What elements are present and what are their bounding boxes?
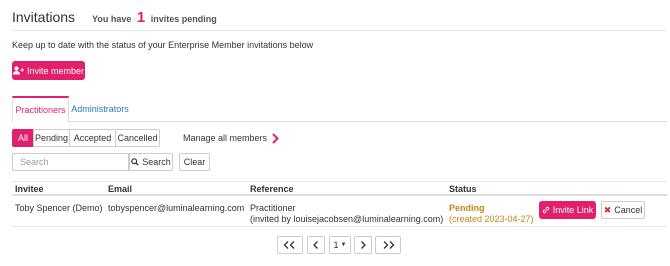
invitee-cell: Toby Spencer (Demo) [15,203,103,213]
page-title: Invitations [12,9,76,25]
search-button[interactable]: Search [129,153,173,171]
header-divider [12,30,667,31]
manage-all-members-label: Manage all members [183,133,268,143]
filter-cancelled-button[interactable]: Cancelled [115,129,160,147]
chevron-left-icon [313,241,318,249]
column-header-reference: Reference [250,184,294,194]
search-input[interactable] [12,153,129,171]
current-page-number: 1 [333,240,339,250]
column-header-invitee: Invitee [15,184,44,194]
page-header: Invitations You have 1 invites pending [12,9,662,29]
chevron-right-icon [361,241,366,249]
invite-member-button[interactable]: Invite member [12,61,85,80]
first-page-button[interactable] [277,236,303,254]
invite-member-label: Invite member [26,65,85,76]
next-page-button[interactable] [354,236,372,254]
chevron-right-icon [272,132,279,144]
double-chevron-right-icon [383,241,395,249]
filter-all-button[interactable]: All [12,129,34,147]
role-tabs: Practitioners Administrators [12,96,667,123]
cancel-label: Cancel [614,205,643,215]
pending-prefix: You have [92,14,132,24]
search-button-label: Search [142,157,171,167]
caret-down-icon: ▼ [340,242,347,248]
reference-invited-by: (invited by louisejacobsen@luminalearnin… [250,214,444,224]
filter-pending-button[interactable]: Pending [33,129,70,147]
email-cell: tobyspencer@luminalearning.com [108,203,245,213]
close-icon: ✖ [603,204,612,215]
pending-suffix: invites pending [150,14,217,24]
pending-invites-summary: You have 1 invites pending [92,9,217,26]
user-plus-icon [12,66,24,75]
pending-count: 1 [136,9,146,26]
tab-administrators[interactable]: Administrators [71,96,129,122]
manage-all-members-link[interactable]: Manage all members [183,129,279,147]
column-header-email: Email [108,184,133,194]
tab-practitioners[interactable]: Practitioners [12,96,69,123]
status-created-date: (created 2023-04-27) [449,214,534,224]
invite-link-button[interactable]: Invite Link [539,201,596,219]
clear-button[interactable]: Clear [179,153,210,171]
intro-text: Keep up to date with the status of your … [12,40,314,50]
cancel-invite-button[interactable]: ✖ Cancel [601,201,645,219]
double-chevron-left-icon [283,241,295,249]
page-select[interactable]: 1 ▼ [329,236,351,254]
filter-accepted-button[interactable]: Accepted [69,129,116,147]
invite-link-label: Invite Link [552,205,594,215]
search-icon [131,158,139,166]
previous-page-button[interactable] [307,236,325,254]
column-header-status: Status [449,184,477,194]
status-filter-group: All Pending Accepted Cancelled [12,129,160,147]
last-page-button[interactable] [375,236,401,254]
table-header: Invitee Email Reference Status [12,181,667,196]
link-icon [542,206,549,214]
